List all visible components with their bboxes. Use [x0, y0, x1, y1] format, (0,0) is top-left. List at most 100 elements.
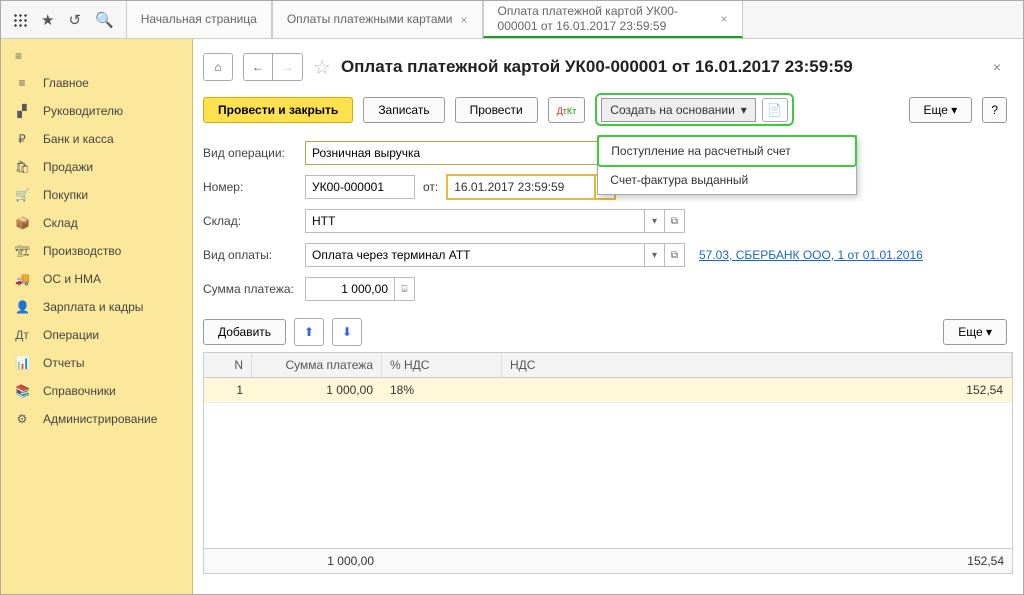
attach-button[interactable]: 📄 — [762, 98, 788, 122]
sidebar-item-purchases[interactable]: 🛒 Покупки — [1, 181, 192, 209]
sidebar-item-label: Склад — [43, 216, 78, 230]
history-icon[interactable]: ↺ — [68, 11, 81, 29]
menu-item-bank-receipt[interactable]: Поступление на расчетный счет — [597, 135, 857, 167]
main-icon: ≡ — [15, 76, 29, 90]
store-label: Склад: — [203, 214, 305, 228]
purchases-icon: 🛒 — [15, 188, 29, 202]
sidebar-item-label: ОС и НМА — [43, 272, 101, 286]
paytype-field[interactable] — [305, 243, 645, 267]
move-down-button[interactable]: ⬇ — [332, 318, 362, 346]
add-row-button[interactable]: Добавить — [203, 319, 286, 345]
topbar: ★ ↺ 🔍 Начальная страница Оплаты платежны… — [1, 1, 1023, 39]
sidebar-item-warehouse[interactable]: 📦 Склад — [1, 209, 192, 237]
col-pct[interactable]: % НДС — [382, 353, 502, 377]
sidebar-item-operations[interactable]: ДтОперации — [1, 321, 192, 349]
cell-vat: 152,54 — [502, 378, 1012, 402]
table-toolbar: Добавить ⬆ ⬇ Еще ▾ — [193, 312, 1023, 352]
tab-current-doc[interactable]: Оплата платежной картой УК00-000001 от 1… — [483, 1, 743, 38]
production-icon: 🏗 — [15, 244, 29, 258]
sidebar-toggle-icon[interactable]: ≡ — [1, 43, 192, 69]
footer-sum: 1 000,00 — [252, 549, 382, 573]
col-vat[interactable]: НДС — [502, 353, 1012, 377]
dropdown-label: Создать на основании — [610, 103, 735, 117]
tabs: Начальная страница Оплаты платежными кар… — [126, 1, 743, 38]
sidebar-item-label: Администрирование — [43, 412, 157, 426]
save-button[interactable]: Записать — [363, 97, 444, 123]
move-up-button[interactable]: ⬆ — [294, 318, 324, 346]
open-icon[interactable]: ⧉ — [665, 243, 685, 267]
search-icon[interactable]: 🔍 — [95, 11, 114, 29]
op-type-label: Вид операции: — [203, 146, 305, 160]
catalogs-icon: 📚 — [15, 384, 29, 398]
table-row[interactable]: 1 1 000,00 18% 152,54 — [204, 378, 1012, 403]
date-field[interactable]: 16.01.2017 23:59:59 — [446, 174, 596, 200]
sidebar-item-sales[interactable]: 🛍 Продажи — [1, 153, 192, 181]
col-n[interactable]: N — [204, 353, 252, 377]
sidebar-item-catalogs[interactable]: 📚 Справочники — [1, 377, 192, 405]
post-button[interactable]: Провести — [455, 97, 538, 123]
sidebar-item-label: Справочники — [43, 384, 116, 398]
account-link[interactable]: 57.03, СБЕРБАНК ООО, 1 от 01.01.2016 — [699, 248, 923, 262]
home-button[interactable]: ⌂ — [203, 53, 233, 81]
calculator-icon[interactable]: ⌸ — [395, 277, 415, 301]
toolbar: Провести и закрыть Записать Провести ДтК… — [193, 89, 1023, 136]
number-field[interactable] — [305, 175, 415, 199]
doc-header: ⌂ ← → ☆ Оплата платежной картой УК00-000… — [193, 39, 1023, 89]
help-button[interactable]: ? — [982, 97, 1007, 123]
sidebar-item-assets[interactable]: 🚚 ОС и НМА — [1, 265, 192, 293]
dropdown-icon[interactable]: ▾ — [645, 209, 665, 233]
sidebar-item-label: Покупки — [43, 188, 88, 202]
apps-icon[interactable] — [13, 13, 27, 27]
grid-header: N Сумма платежа % НДС НДС — [204, 353, 1012, 378]
dropdown-icon[interactable]: ▾ — [645, 243, 665, 267]
close-icon[interactable]: × — [721, 12, 728, 26]
close-doc-button[interactable]: × — [993, 59, 1001, 75]
favorite-icon[interactable]: ☆ — [313, 55, 331, 80]
cell-pct: 18% — [382, 378, 502, 402]
sidebar-item-reports[interactable]: 📊Отчеты — [1, 349, 192, 377]
sidebar-item-label: Зарплата и кадры — [43, 300, 143, 314]
star-icon[interactable]: ★ — [41, 11, 54, 29]
sidebar-item-label: Главное — [43, 76, 89, 90]
back-button[interactable]: ← — [243, 53, 273, 81]
grid-footer: 1 000,00 152,54 — [204, 548, 1012, 573]
tab-start-page[interactable]: Начальная страница — [126, 1, 272, 38]
open-icon[interactable]: ⧉ — [665, 209, 685, 233]
forward-button[interactable]: → — [273, 53, 303, 81]
sidebar-item-main[interactable]: ≡ Главное — [1, 69, 192, 97]
sidebar-item-manager[interactable]: ▞Руководителю — [1, 97, 192, 125]
operations-icon: Дт — [15, 328, 29, 342]
post-and-close-button[interactable]: Провести и закрыть — [203, 97, 353, 123]
close-icon[interactable]: × — [461, 13, 468, 27]
sidebar-item-production[interactable]: 🏗Производство — [1, 237, 192, 265]
content: ⌂ ← → ☆ Оплата платежной картой УК00-000… — [193, 39, 1023, 594]
warehouse-icon: 📦 — [15, 216, 29, 230]
create-based-group: Создать на основании ▾ 📄 Поступление на … — [595, 93, 794, 126]
sales-icon: 🛍 — [15, 160, 29, 174]
topbar-icons: ★ ↺ 🔍 — [1, 11, 126, 29]
sidebar-item-label: Продажи — [43, 160, 93, 174]
sum-label: Сумма платежа: — [203, 282, 305, 296]
menu-item-invoice-issued[interactable]: Счет-фактура выданный — [598, 166, 856, 194]
col-sum[interactable]: Сумма платежа — [252, 353, 382, 377]
grid-body[interactable]: 1 1 000,00 18% 152,54 — [204, 378, 1012, 548]
sidebar-item-bank[interactable]: ₽Банк и касса — [1, 125, 192, 153]
sidebar-item-admin[interactable]: ⚙Администрирование — [1, 405, 192, 433]
cell-sum: 1 000,00 — [252, 378, 382, 402]
footer-vat: 152,54 — [502, 549, 1012, 573]
create-based-button[interactable]: Создать на основании ▾ — [601, 98, 756, 122]
tab-label: Оплата платежной картой УК00-000001 от 1… — [498, 4, 713, 33]
dtkt-button[interactable]: ДтКт — [548, 97, 586, 123]
assets-icon: 🚚 — [15, 272, 29, 286]
store-field[interactable] — [305, 209, 645, 233]
sidebar-item-hr[interactable]: 👤Зарплата и кадры — [1, 293, 192, 321]
cell-n: 1 — [204, 378, 252, 402]
bank-icon: ₽ — [15, 132, 29, 146]
chevron-down-icon: ▾ — [741, 103, 747, 117]
sum-field[interactable] — [305, 277, 395, 301]
from-label: от: — [423, 180, 438, 194]
tab-payments[interactable]: Оплаты платежными картами × — [272, 1, 483, 38]
sidebar: ≡ ≡ Главное ▞Руководителю ₽Банк и касса 🛍… — [1, 39, 193, 594]
more-button[interactable]: Еще ▾ — [909, 97, 973, 123]
table-more-button[interactable]: Еще ▾ — [943, 319, 1007, 345]
